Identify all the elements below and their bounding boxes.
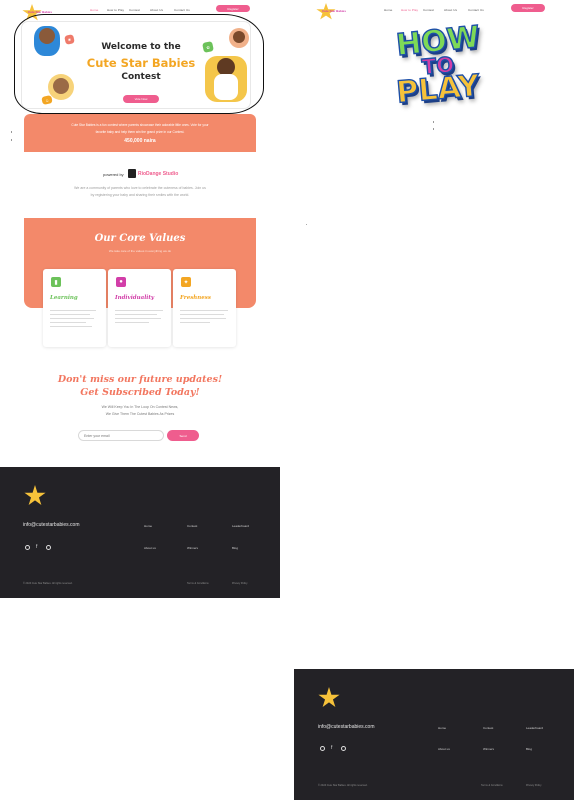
footer-link-blog[interactable]: Blog (526, 747, 532, 751)
footer-link-leaderboard[interactable]: Leaderboard (232, 524, 249, 528)
nav-about[interactable]: About Us (150, 8, 163, 12)
footer-email[interactable]: info@cutestarbabies.com (318, 724, 375, 730)
how-to-play-title-play: PLAY (394, 68, 481, 112)
hero-title-line3: Contest (121, 72, 161, 82)
footer-logo[interactable] (318, 687, 340, 709)
hero-title-line2: Cute Star Babies (86, 56, 196, 70)
footer-link-winners[interactable]: Winners (187, 546, 198, 550)
nav-contest[interactable]: Contest (423, 8, 434, 12)
hero-title-line1: Welcome to the (101, 42, 181, 52)
footer-logo[interactable] (24, 485, 46, 507)
baby-photo-right (205, 56, 247, 102)
whatsapp-icon[interactable] (46, 545, 51, 550)
person-icon: ● (116, 277, 126, 287)
footer-link-winners[interactable]: Winners (483, 747, 494, 751)
nav-contact[interactable]: Contact Us (468, 8, 484, 12)
powered-desc-line1: We are a community of parents who love t… (74, 186, 206, 190)
subscribe-heading-line1: Don't miss our future updates! (57, 374, 223, 385)
footer-link-about[interactable]: About us (438, 747, 450, 751)
subscribe-email-input[interactable] (78, 430, 164, 441)
footer-privacy-link[interactable]: Privacy Policy (526, 784, 542, 787)
nav-home[interactable]: Home (384, 8, 392, 12)
nav-home[interactable]: Home (90, 8, 98, 12)
prize-text-line2: favorite baby and help them win the gran… (95, 130, 185, 134)
baby-photo-bottom-left (48, 74, 74, 100)
powered-by-label: powered by (103, 172, 124, 177)
prize-banner: Cute Star Babies is a fun contest where … (24, 114, 256, 152)
subscribe-heading-line2: Get Subscribed Today! (80, 387, 200, 398)
footer-logo-star-icon (318, 687, 340, 708)
footer-copyright: © 2024 Cute Star Babies. All rights rese… (318, 784, 368, 787)
footer-email[interactable]: info@cutestarbabies.com (23, 522, 80, 528)
core-values-title: Our Core Values (94, 233, 186, 244)
prize-text-line1: Cute Star Babies is a fun contest where … (71, 123, 209, 127)
register-button[interactable]: Register (216, 5, 250, 12)
book-icon: ▮ (51, 277, 61, 287)
studio-name: RioDange Studio (138, 171, 179, 177)
sparkle-icon: ✦ (181, 277, 191, 287)
value-card-freshness: ✦ Freshness (173, 269, 236, 347)
subscribe-text-line2: We Give Them The Cutest Babies As Prizes (105, 412, 175, 416)
footer-link-home[interactable]: Home (438, 726, 446, 730)
instagram-icon[interactable] (25, 545, 30, 550)
footer-link-leaderboard[interactable]: Leaderboard (526, 726, 543, 730)
nav-how-to-play[interactable]: How to Play (401, 8, 418, 12)
how-to-play-page: Cute Star Babies Home How to Play Contes… (294, 0, 574, 800)
prize-amount: 450,000 naira (124, 138, 156, 144)
baby-photo-top-left (34, 26, 60, 56)
footer-privacy-link[interactable]: Privacy Policy (232, 582, 248, 585)
logo-text: Cute Star Babies (322, 9, 347, 13)
nav-contact[interactable]: Contact Us (174, 8, 190, 12)
nav-contest[interactable]: Contest (129, 8, 140, 12)
nav-how-to-play[interactable]: How to Play (107, 8, 124, 12)
footer: info@cutestarbabies.com Home Contest Lea… (0, 467, 280, 598)
footer-link-about[interactable]: About us (144, 546, 156, 550)
footer-link-blog[interactable]: Blog (232, 546, 238, 550)
value-card-individuality: ● Individuality (108, 269, 171, 347)
studio-logo-icon (128, 169, 136, 178)
value-title-individuality: Individuality (115, 295, 155, 301)
baby-photo-top-right (229, 28, 249, 48)
value-title-freshness: Freshness (180, 295, 211, 301)
vote-now-button[interactable]: Vote Now (123, 95, 159, 103)
value-title-learning: Learning (50, 295, 78, 301)
page-marker (433, 128, 434, 130)
powered-desc-line2: by registering your baby and sharing the… (90, 193, 190, 197)
page-marker (433, 121, 434, 123)
footer: info@cutestarbabies.com Home Contest Lea… (294, 669, 574, 800)
facebook-icon[interactable]: f (36, 544, 37, 550)
page-marker (306, 224, 307, 225)
subscribe-send-button[interactable]: Send (167, 430, 199, 441)
footer-link-contest[interactable]: Contest (483, 726, 493, 730)
footer-logo-star-icon (24, 485, 46, 506)
footer-terms-link[interactable]: Terms & Conditions (481, 784, 503, 787)
footer-link-home[interactable]: Home (144, 524, 152, 528)
value-card-learning: ▮ Learning (43, 269, 106, 347)
page-marker (11, 139, 12, 141)
subscribe-text-line1: We Will Keep You In The Loop On Contest … (101, 405, 179, 409)
whatsapp-icon[interactable] (341, 746, 346, 751)
footer-copyright: © 2024 Cute Star Babies. All rights rese… (23, 582, 73, 585)
register-button[interactable]: Register (511, 4, 545, 12)
instagram-icon[interactable] (320, 746, 325, 751)
page-marker (11, 131, 12, 133)
facebook-icon[interactable]: f (331, 745, 332, 751)
home-page: Cute Star Babies Home How to Play Contes… (0, 0, 280, 800)
nav-about[interactable]: About Us (444, 8, 457, 12)
core-values-subtitle: We take care of the values in everything… (108, 249, 172, 253)
site-logo[interactable]: Cute Star Babies (316, 3, 346, 21)
footer-link-contest[interactable]: Contest (187, 524, 197, 528)
footer-terms-link[interactable]: Terms & Conditions (187, 582, 209, 585)
